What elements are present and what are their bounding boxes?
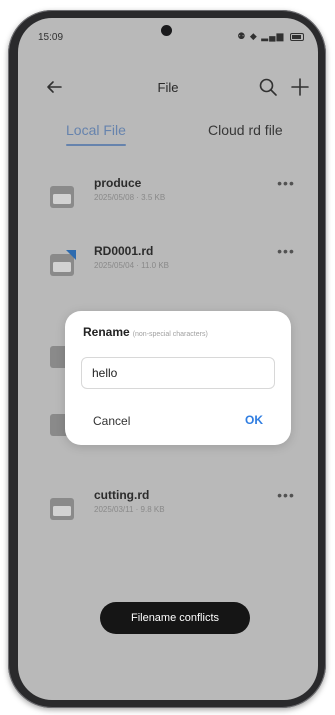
cancel-button[interactable]: Cancel — [93, 414, 130, 428]
dialog-hint: (non-special characters) — [132, 331, 208, 338]
dialog-title-text: Rename — [83, 325, 130, 339]
screen: 15:09 ⚉ ◆ ▂▄▆ File Local File Cloud rd f… — [18, 18, 318, 700]
rename-dialog: Rename(non-special characters) Cancel OK — [65, 311, 291, 445]
dialog-title: Rename (non-special characters) — [83, 325, 208, 339]
toast-message: Filename conflicts — [100, 602, 250, 634]
rename-input[interactable] — [81, 357, 275, 389]
ok-button[interactable]: OK — [245, 413, 263, 427]
